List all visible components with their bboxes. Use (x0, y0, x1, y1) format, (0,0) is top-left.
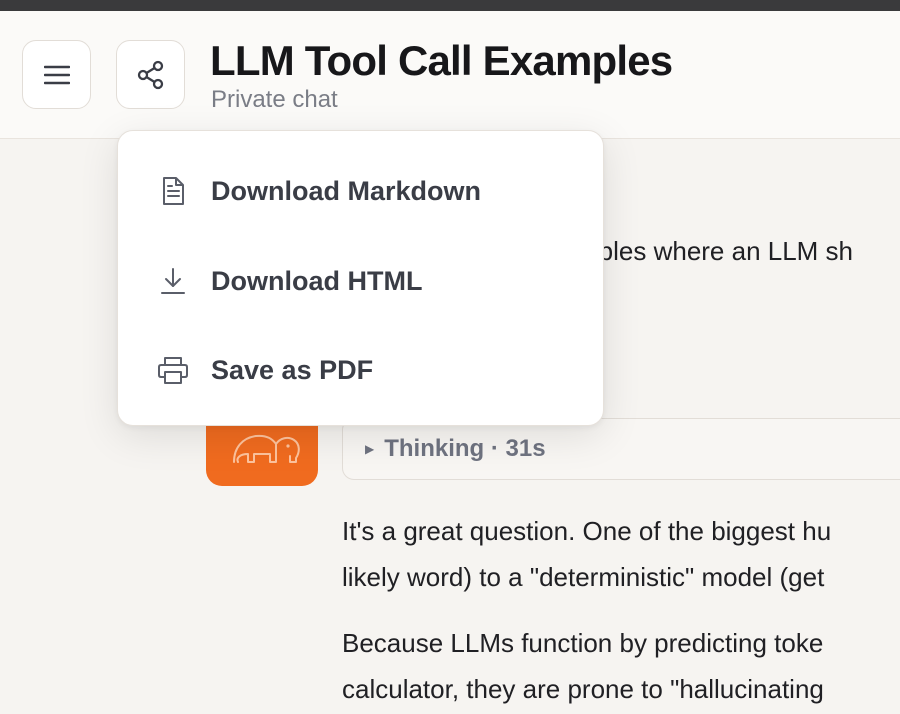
chat-header: LLM Tool Call Examples Private chat (0, 11, 900, 139)
assistant-paragraph-line: Because LLMs function by predicting toke (342, 628, 824, 658)
user-message-fragment: mples where an LLM sh (577, 236, 854, 266)
thinking-toggle[interactable]: ▶ Thinking · 31s (342, 418, 900, 480)
caret-right-icon: ▶ (365, 442, 375, 456)
printer-icon (156, 353, 190, 387)
document-icon (156, 174, 190, 208)
menu-item-save-as-pdf[interactable]: Save as PDF (118, 330, 605, 410)
menu-item-label: Download HTML (211, 265, 423, 296)
menu-item-download-markdown[interactable]: Download Markdown (118, 151, 605, 231)
hamburger-icon (43, 65, 70, 84)
assistant-paragraph-line: likely word) to a "deterministic" model … (342, 562, 825, 592)
page-title: LLM Tool Call Examples (210, 37, 673, 84)
share-icon (137, 60, 163, 89)
share-button[interactable] (116, 40, 185, 109)
menu-button[interactable] (22, 40, 91, 109)
download-icon (156, 264, 190, 298)
assistant-paragraph-line: It's a great question. One of the bigges… (342, 516, 832, 546)
menu-item-label: Save as PDF (211, 354, 374, 385)
menu-item-label: Download Markdown (211, 175, 481, 206)
menu-item-download-html[interactable]: Download HTML (118, 241, 605, 321)
page-subtitle: Private chat (211, 86, 338, 113)
share-dropdown-menu: Download Markdown Download HTML Save as … (117, 130, 604, 426)
window-top-strip (0, 0, 900, 11)
thinking-label: Thinking · 31s (384, 435, 546, 462)
assistant-paragraph-line: calculator, they are prone to "hallucina… (342, 674, 824, 704)
